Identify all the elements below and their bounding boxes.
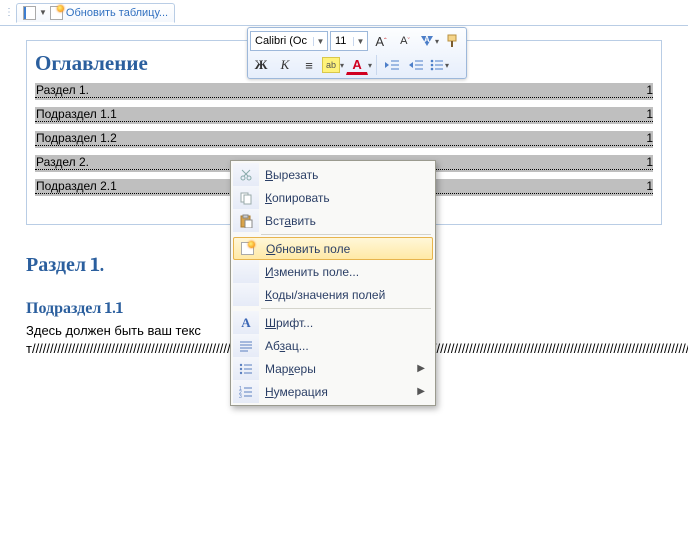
- align-button[interactable]: ≡: [298, 54, 320, 76]
- increase-indent-button[interactable]: [405, 54, 427, 76]
- toc-tab-bar: ⋮ ▼ Обновить таблицу...: [0, 0, 688, 26]
- styles-button[interactable]: A ▾: [418, 30, 440, 52]
- font-size-combo[interactable]: ▼: [330, 31, 368, 51]
- font-icon: A: [233, 311, 259, 334]
- mini-toolbar: ▼ ▼ Aˆ Aˇ A ▾ Ж К ≡ ab▾ A▾: [247, 27, 467, 79]
- font-name-input[interactable]: [251, 35, 313, 47]
- toc-entry[interactable]: Раздел 1.1: [35, 83, 653, 100]
- ctx-copy[interactable]: Копировать: [233, 186, 433, 209]
- svg-text:A: A: [424, 35, 430, 44]
- highlight-button[interactable]: ab▾: [322, 54, 344, 76]
- page-icon: [23, 6, 36, 20]
- format-painter-button[interactable]: [442, 30, 464, 52]
- font-combo[interactable]: ▼: [250, 31, 328, 51]
- chevron-down-icon[interactable]: ▼: [353, 37, 367, 46]
- decrease-indent-button[interactable]: [381, 54, 403, 76]
- separator: [376, 55, 377, 75]
- separator: [261, 308, 431, 309]
- ctx-font[interactable]: AШрифт...: [233, 311, 433, 334]
- separator: [261, 234, 431, 235]
- ctx-bullets[interactable]: Маркеры▶: [233, 357, 433, 380]
- font-color-button[interactable]: A▾: [346, 56, 372, 75]
- ctx-edit-field[interactable]: Изменить поле...: [233, 260, 433, 283]
- paste-icon: [233, 209, 259, 232]
- grow-font-button[interactable]: Aˆ: [370, 30, 392, 52]
- bold-button[interactable]: Ж: [250, 54, 272, 76]
- ctx-paragraph[interactable]: Абзац...: [233, 334, 433, 357]
- context-menu: Вырезать Копировать Вставить Обновить по…: [230, 160, 436, 406]
- toc-field-tab[interactable]: ▼ Обновить таблицу...: [16, 3, 175, 23]
- chevron-down-icon[interactable]: ▼: [313, 37, 327, 46]
- ctx-numbering[interactable]: 123Нумерация▶: [233, 380, 433, 403]
- refresh-page-icon: [50, 6, 63, 20]
- numbering-icon: 123: [233, 380, 259, 403]
- dropdown-icon[interactable]: ▼: [39, 8, 47, 17]
- ctx-cut[interactable]: Вырезать: [233, 163, 433, 186]
- ctx-update-field[interactable]: Обновить поле: [233, 237, 433, 260]
- ctx-toggle-codes[interactable]: Коды/значения полей: [233, 283, 433, 306]
- update-icon: [234, 238, 260, 259]
- bullets-icon: [233, 357, 259, 380]
- italic-button[interactable]: К: [274, 54, 296, 76]
- shrink-font-button[interactable]: Aˇ: [394, 30, 416, 52]
- toc-entry[interactable]: Подраздел 1.11: [35, 107, 653, 124]
- grip-dots-icon: ⋮: [2, 7, 16, 18]
- copy-icon: [233, 186, 259, 209]
- svg-text:3: 3: [239, 394, 242, 398]
- tab-label: Обновить таблицу...: [66, 7, 168, 19]
- scissors-icon: [233, 163, 259, 186]
- blank-icon: [233, 260, 259, 283]
- ctx-paste[interactable]: Вставить: [233, 209, 433, 232]
- paragraph-icon: [233, 334, 259, 357]
- bullets-toolbar-button[interactable]: ▾: [429, 58, 449, 72]
- font-size-input[interactable]: [331, 35, 353, 47]
- toc-entry[interactable]: Подраздел 1.21: [35, 131, 653, 148]
- blank-icon: [233, 283, 259, 306]
- submenu-arrow-icon: ▶: [417, 386, 425, 397]
- submenu-arrow-icon: ▶: [417, 363, 425, 374]
